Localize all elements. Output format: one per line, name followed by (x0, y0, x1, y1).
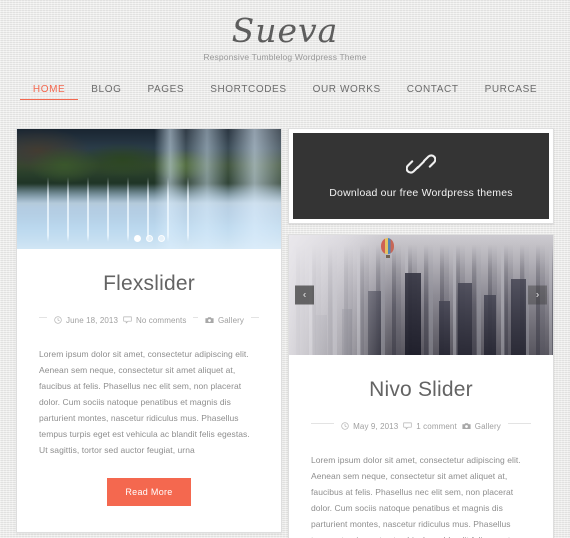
nivoslider-next-arrow[interactable]: › (528, 285, 547, 305)
post-comments[interactable]: 1 comment (403, 420, 457, 433)
post-comments-text: 1 comment (416, 421, 457, 431)
post-date-text: June 18, 2013 (66, 315, 119, 325)
post-excerpt-flexslider: Lorem ipsum dolor sit amet, consectetur … (39, 349, 250, 455)
post-meta-row-primary: June 18, 2013 No comments (47, 313, 194, 327)
camera-icon (462, 422, 471, 430)
post-body-flexslider: Flexslider June 18, 2013 No comments Gal… (17, 249, 281, 532)
cityscape-photo (289, 235, 553, 355)
flexslider-dot-1[interactable] (133, 235, 141, 242)
post-meta-row-primary: May 9, 2013 1 comment Gallery (334, 419, 508, 433)
post-meta-nivoslider: May 9, 2013 1 comment Gallery (311, 417, 531, 435)
nav-item-purcase[interactable]: PURCASE (472, 83, 551, 97)
post-date: May 9, 2013 (341, 420, 398, 433)
promo-banner-text: Download our free Wordpress themes (329, 187, 513, 199)
nav-item-shortcodes[interactable]: SHORTCODES (197, 83, 299, 97)
post-title-flexslider[interactable]: Flexslider (39, 271, 259, 297)
post-body-nivoslider: Nivo Slider May 9, 2013 1 comment Galler… (289, 355, 553, 538)
post-category[interactable]: Gallery (205, 314, 244, 327)
post-card-nivoslider: ‹ › Nivo Slider May 9, 2013 1 comment Ga… (288, 234, 554, 538)
post-card-flexslider: Flexslider June 18, 2013 No comments Gal… (16, 128, 282, 533)
nav-item-blog[interactable]: BLOG (78, 83, 134, 97)
nav-item-home[interactable]: HOME (19, 83, 79, 100)
promo-banner-inner: Download our free Wordpress themes (293, 133, 549, 219)
post-category[interactable]: Gallery (462, 420, 501, 433)
site-tagline: Responsive Tumblelog Wordpress Theme (203, 52, 367, 62)
nav-item-contact[interactable]: CONTACT (394, 83, 472, 97)
clock-icon (341, 422, 349, 430)
nivoslider-prev-arrow[interactable]: ‹ (295, 285, 314, 305)
waterfall-streaks-overlay (38, 177, 202, 242)
flexslider-dot-3[interactable] (157, 235, 165, 242)
site-header: Sueva Responsive Tumblelog Wordpress The… (0, 0, 570, 63)
site-logo[interactable]: Sueva (0, 12, 570, 50)
post-comments-text: No comments (136, 315, 187, 325)
flexslider-gallery[interactable] (17, 129, 281, 249)
flexslider-dots[interactable] (17, 235, 281, 242)
post-meta-row-secondary: Gallery (197, 313, 251, 327)
hot-air-balloon (381, 238, 395, 254)
content-grid: Flexslider June 18, 2013 No comments Gal… (0, 128, 570, 538)
comment-icon (123, 316, 132, 324)
read-more-wrap: Read More (39, 478, 259, 506)
post-title-nivoslider[interactable]: Nivo Slider (311, 377, 531, 403)
comment-icon (403, 422, 412, 430)
nav-item-pages[interactable]: PAGES (134, 83, 197, 97)
nivoslider-gallery[interactable]: ‹ › (289, 235, 553, 355)
main-navigation: HOME BLOG PAGES SHORTCODES OUR WORKS CON… (0, 83, 570, 100)
post-comments[interactable]: No comments (123, 314, 186, 327)
flexslider-dot-2[interactable] (145, 235, 153, 242)
camera-icon (205, 316, 214, 324)
post-excerpt-nivoslider: Lorem ipsum dolor sit amet, consectetur … (311, 455, 522, 538)
promo-banner[interactable]: Download our free Wordpress themes (288, 128, 554, 224)
post-date-text: May 9, 2013 (353, 421, 399, 431)
post-category-text: Gallery (217, 315, 244, 325)
nav-item-our-works[interactable]: OUR WORKS (300, 83, 394, 97)
clock-icon (54, 316, 62, 324)
post-meta-flexslider: June 18, 2013 No comments Gallery (39, 311, 259, 329)
link-chain-icon (406, 153, 436, 175)
post-date: June 18, 2013 (54, 314, 118, 327)
column-right: Download our free Wordpress themes ‹ › N… (288, 128, 554, 538)
column-left: Flexslider June 18, 2013 No comments Gal… (16, 128, 282, 538)
read-more-button[interactable]: Read More (107, 478, 191, 506)
post-category-text: Gallery (474, 421, 501, 431)
